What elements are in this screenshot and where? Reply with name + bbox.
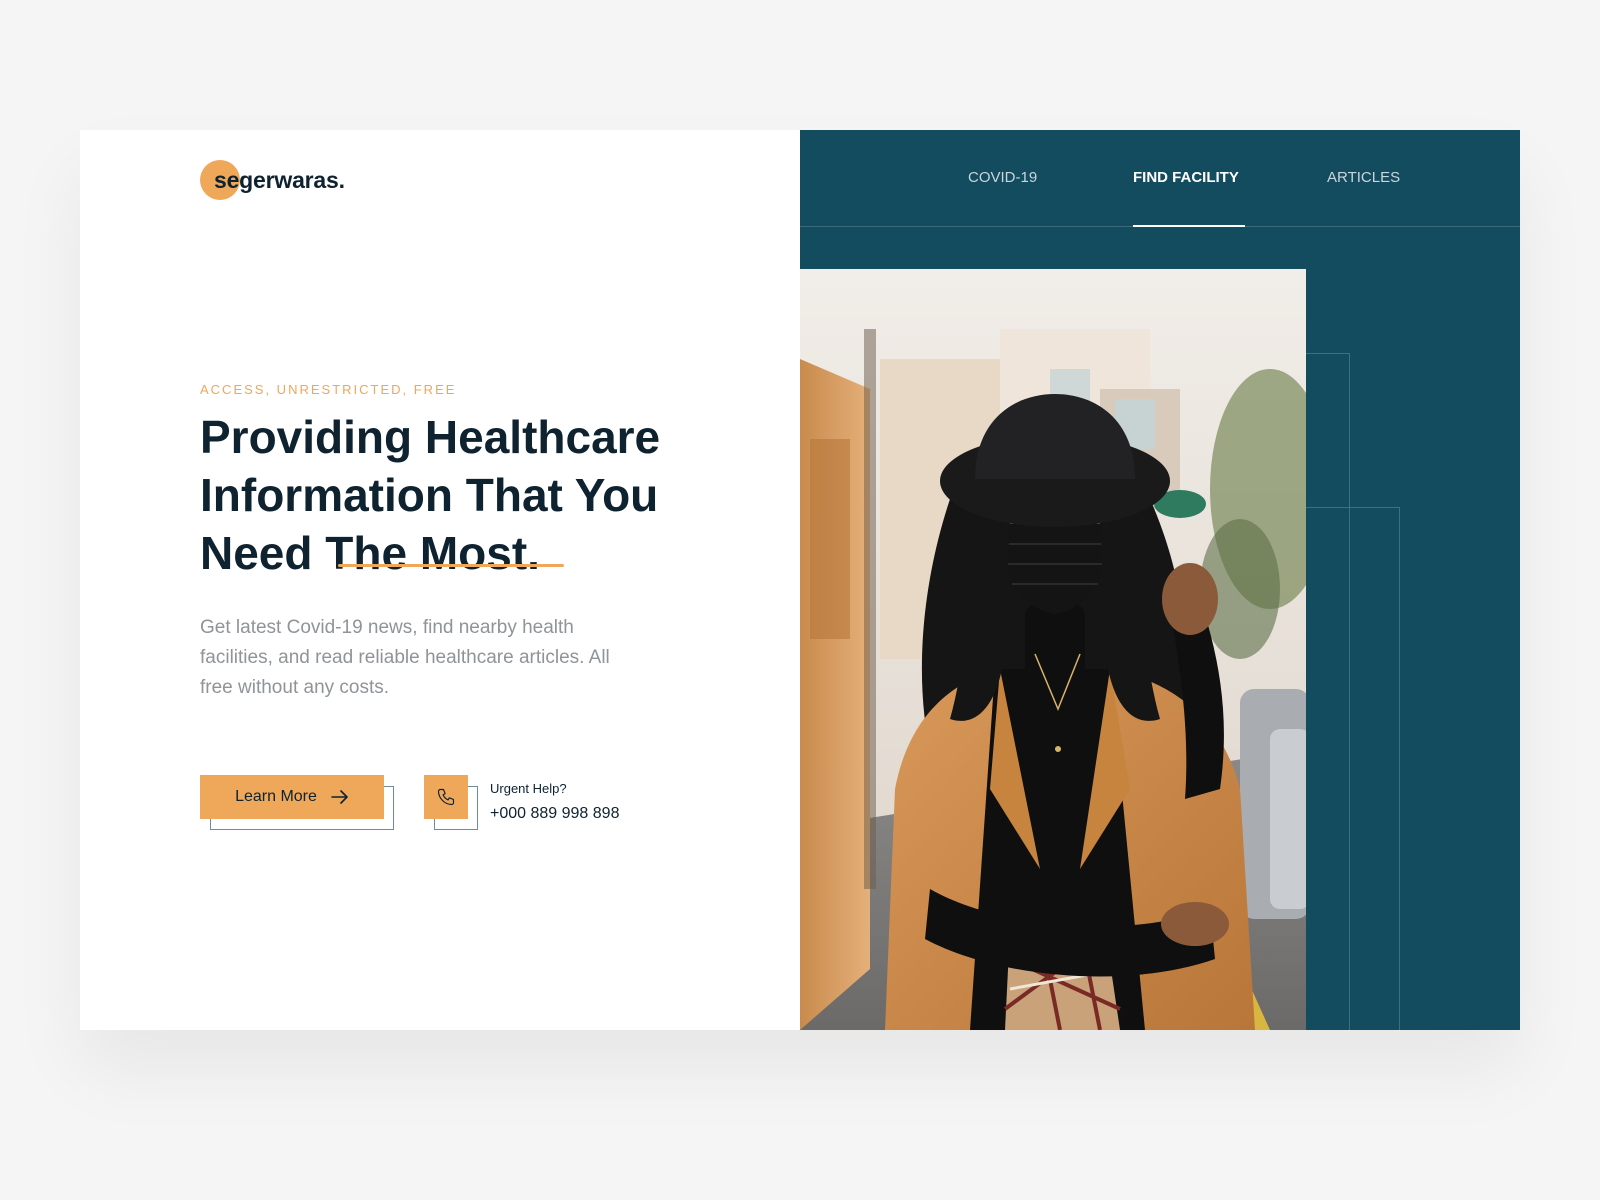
brand-logo[interactable]: segerwaras. — [200, 160, 345, 200]
urgent-help-number[interactable]: +000 889 998 898 — [490, 805, 619, 823]
woman-wearing-mask-photo — [800, 269, 1306, 1030]
headline-accent-underline — [338, 564, 564, 567]
phone-icon — [437, 788, 455, 806]
nav-active-indicator — [1133, 225, 1245, 227]
brand-name: segerwaras. — [214, 166, 345, 193]
decorative-frame-line — [1300, 507, 1400, 1030]
hero-headline: Providing Healthcare Information That Yo… — [200, 411, 661, 579]
urgent-help-label: Urgent Help? — [490, 781, 567, 796]
nav-item-articles[interactable]: ARTICLES — [1327, 169, 1400, 186]
hero-left-panel: segerwaras. ACCESS, UNRESTRICTED, FREE P… — [80, 130, 800, 1030]
learn-more-button[interactable]: Learn More — [200, 775, 384, 819]
arrow-right-icon — [331, 790, 348, 804]
hero-right-panel: COVID-19 FIND FACILITY ARTICLES — [800, 130, 1520, 1030]
hero-eyebrow: ACCESS, UNRESTRICTED, FREE — [200, 382, 457, 397]
phone-call-button[interactable] — [424, 775, 468, 819]
hero-description: Get latest Covid-19 news, find nearby he… — [200, 617, 610, 698]
learn-more-label: Learn More — [235, 788, 317, 805]
nav-item-find-facility[interactable]: FIND FACILITY — [1133, 169, 1239, 186]
hero-card: segerwaras. ACCESS, UNRESTRICTED, FREE P… — [80, 130, 1520, 1030]
photo-illustration — [800, 269, 1306, 1030]
nav-item-covid-19[interactable]: COVID-19 — [968, 169, 1037, 186]
